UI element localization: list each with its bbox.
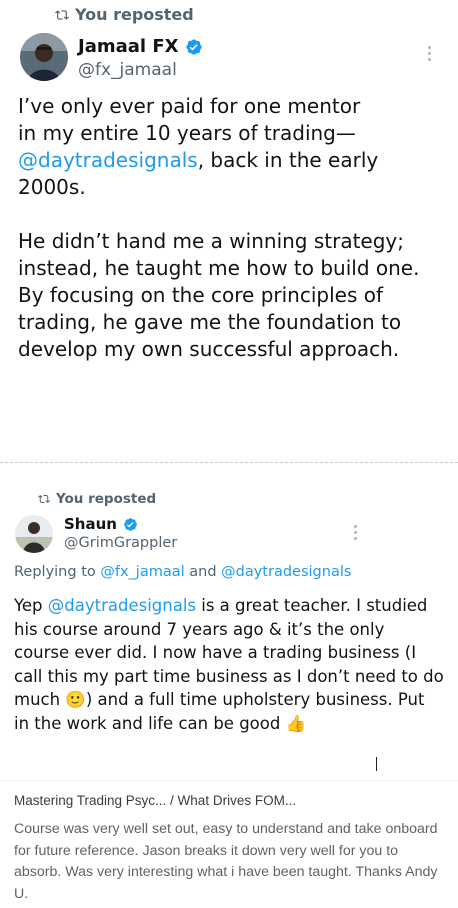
smile-emoji-icon: 🙂 <box>65 690 86 709</box>
repost-indicator: You reposted <box>55 5 194 24</box>
text-cursor <box>376 757 377 771</box>
repost-label: You reposted <box>75 5 194 24</box>
author-handle[interactable]: @GrimGrappler <box>64 535 177 551</box>
author-handle[interactable]: @fx_jamaal <box>78 60 177 80</box>
mention-link[interactable]: @daytradesignals <box>48 596 196 615</box>
verified-badge-icon <box>123 517 138 532</box>
tweet-text: I’ve only ever paid for one mentor in my… <box>18 93 448 363</box>
author-row: Jamaal FX <box>78 36 203 57</box>
reply-text: Yep @daytradesignals is a great teacher.… <box>14 594 444 735</box>
repost-indicator: You reposted <box>38 491 156 507</box>
author-row: Shaun <box>64 515 138 533</box>
review-body: Course was very well set out, easy to un… <box>14 821 438 902</box>
author-name[interactable]: Shaun <box>64 515 117 533</box>
tweet-paragraph: He didn’t hand me a winning strategy; in… <box>18 229 420 361</box>
more-options-icon[interactable] <box>354 525 357 540</box>
author-name[interactable]: Jamaal FX <box>78 36 179 57</box>
mention-link[interactable]: @daytradesignals <box>18 148 198 172</box>
replying-and: and <box>184 564 222 580</box>
tweet-text-line: I’ve only ever paid for one mentor <box>18 94 361 118</box>
avatar[interactable] <box>15 515 53 553</box>
repost-icon <box>55 9 69 20</box>
repost-label: You reposted <box>56 491 157 507</box>
divider <box>0 780 458 781</box>
tweet-text-line: 2000s. <box>18 175 86 199</box>
review-breadcrumb[interactable]: Mastering Trading Psyc... / What Drives … <box>14 793 296 808</box>
more-options-icon[interactable] <box>428 46 431 61</box>
reply-text-segment: Yep <box>14 596 48 615</box>
thumbs-up-emoji-icon: 👍 <box>285 713 307 733</box>
replying-prefix: Replying to <box>14 564 101 580</box>
mention-link[interactable]: @daytradesignals <box>221 564 351 580</box>
verified-badge-icon <box>185 38 203 56</box>
tweet-paragraph: I’ve only ever paid for one mentor in my… <box>18 93 448 201</box>
mention-link[interactable]: @fx_jamaal <box>100 564 184 580</box>
repost-icon <box>38 494 50 504</box>
reply-paragraph: Yep @daytradesignals is a great teacher.… <box>14 594 444 735</box>
replying-to: Replying to @fx_jamaal and @daytradesign… <box>14 564 351 580</box>
avatar[interactable] <box>20 33 68 81</box>
tweet-text-line: , back in the early <box>197 148 379 172</box>
divider <box>0 462 458 463</box>
tweet-text-line: in my entire 10 years of trading— <box>18 121 356 145</box>
